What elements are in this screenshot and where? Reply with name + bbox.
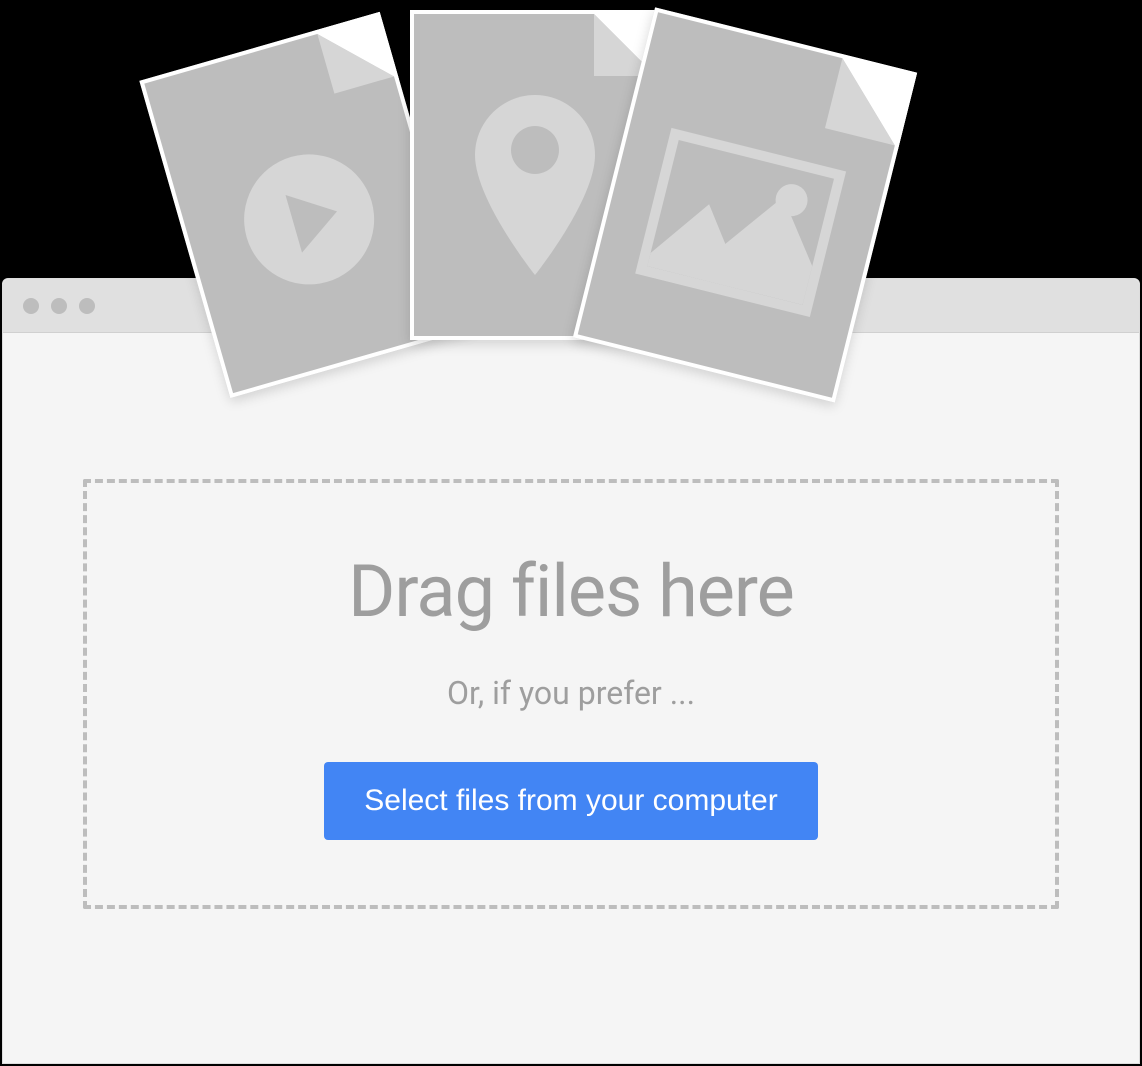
window-control-close-icon[interactable] <box>23 298 39 314</box>
play-icon <box>229 139 390 300</box>
map-pin-icon <box>475 95 595 275</box>
browser-window: Drag files here Or, if you prefer ... Se… <box>2 278 1140 1064</box>
dropzone-title: Drag files here <box>348 549 794 634</box>
window-control-minimize-icon[interactable] <box>51 298 67 314</box>
browser-titlebar <box>3 279 1139 333</box>
select-files-button[interactable]: Select files from your computer <box>324 762 817 840</box>
window-control-maximize-icon[interactable] <box>79 298 95 314</box>
file-dropzone[interactable]: Drag files here Or, if you prefer ... Se… <box>83 479 1059 909</box>
dropzone-subtitle: Or, if you prefer ... <box>447 674 695 712</box>
